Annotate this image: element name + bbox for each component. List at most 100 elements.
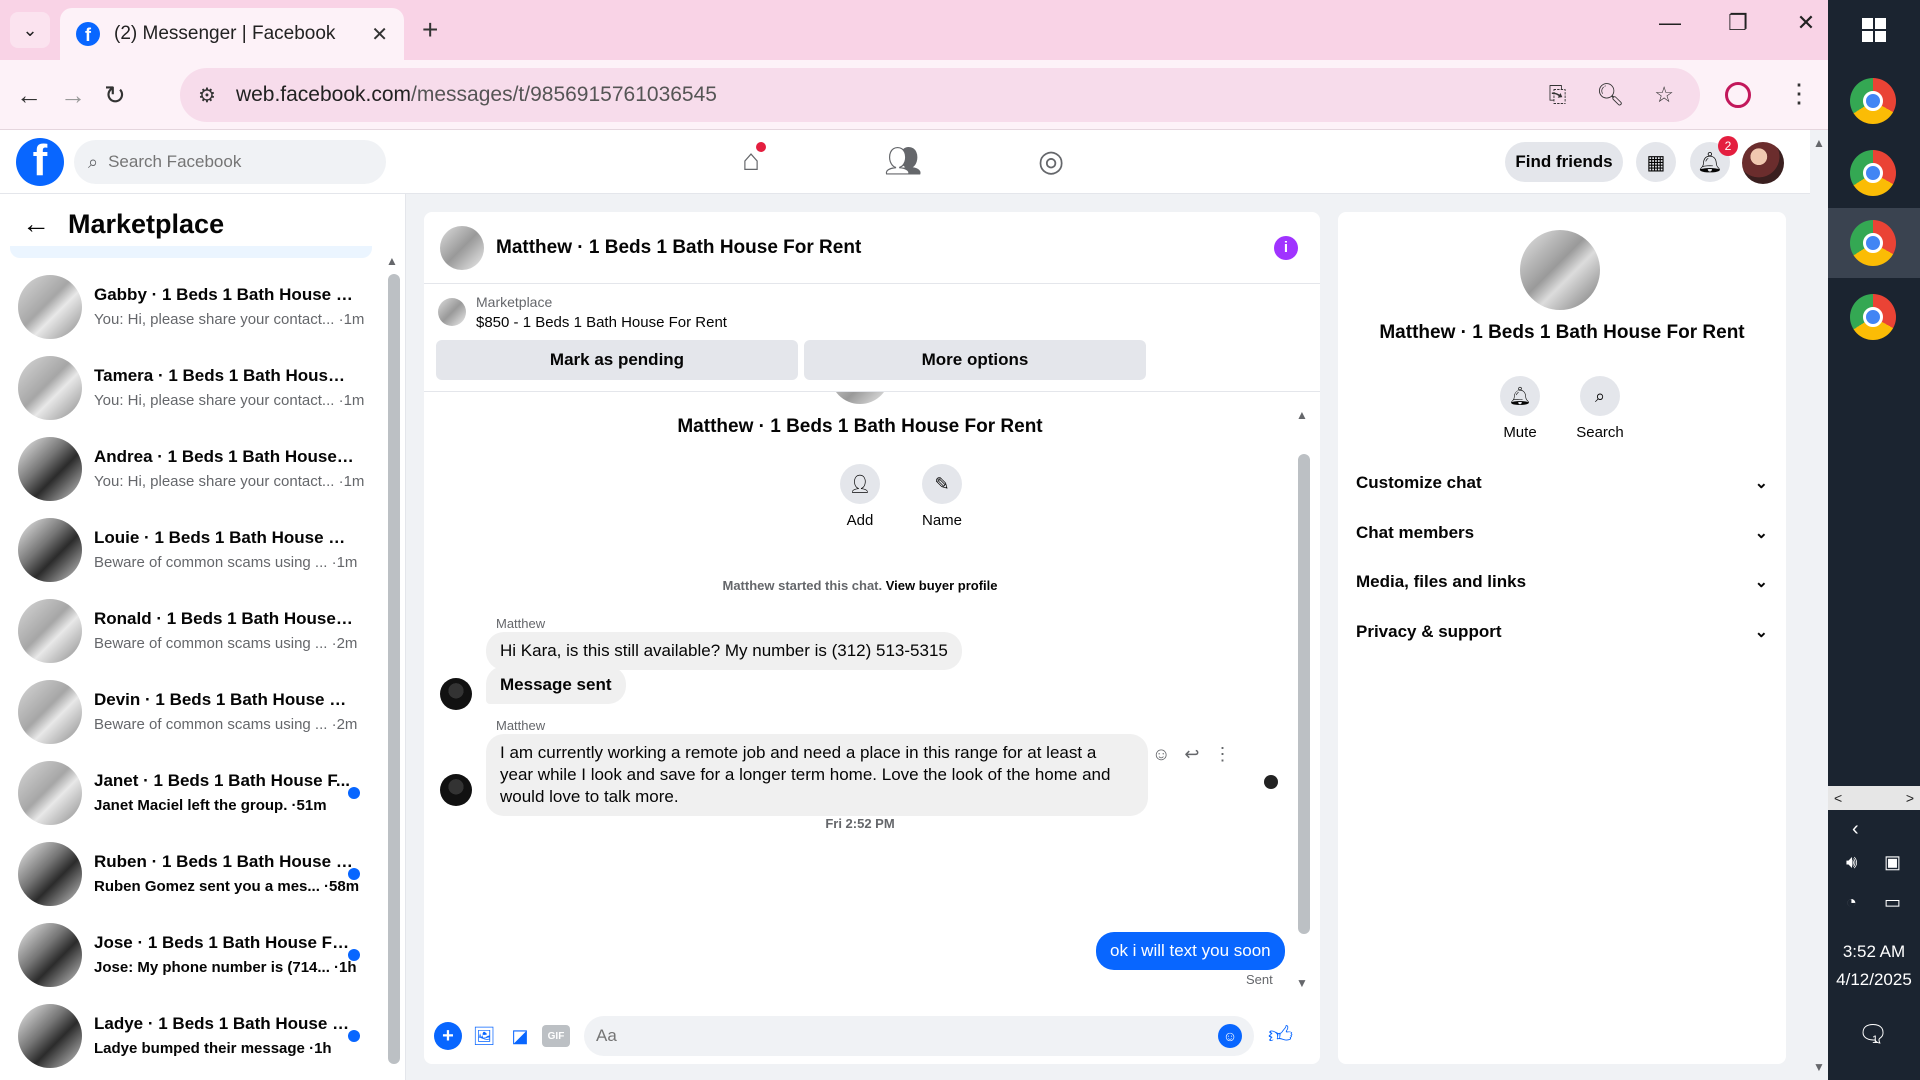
- minimize-icon[interactable]: —: [1658, 10, 1682, 36]
- chat-scroll-up-icon[interactable]: ▲: [1296, 408, 1308, 422]
- page-scrollbar[interactable]: ▲ ▼: [1810, 130, 1828, 1080]
- home-icon[interactable]: ⌂: [742, 142, 767, 178]
- forward-icon[interactable]: →: [60, 80, 86, 111]
- chat-scrollbar[interactable]: [1298, 454, 1310, 934]
- close-window-icon[interactable]: ✕: [1794, 10, 1818, 36]
- tray-scroll-bar[interactable]: < >: [1828, 786, 1920, 810]
- restore-icon[interactable]: ❐: [1726, 10, 1750, 36]
- browser-menu-icon[interactable]: ⋮: [1786, 78, 1812, 109]
- conversation-item[interactable]: Ruben · 1 Beds 1 Bath House F... Ruben Go…: [0, 833, 380, 914]
- chevron-right-icon[interactable]: >: [1906, 790, 1914, 806]
- edit-name-action[interactable]: ✎ Name: [902, 464, 982, 529]
- photo-icon[interactable]: 🖼︎: [470, 1022, 498, 1050]
- conversation-item[interactable]: Jose · 1 Beds 1 Bath House For... Jose: M…: [0, 914, 380, 995]
- react-icon[interactable]: ☺: [1152, 744, 1170, 765]
- thumbs-up-icon[interactable]: 👍︎: [1268, 1022, 1293, 1050]
- chevron-left-icon[interactable]: <: [1834, 790, 1842, 806]
- page-scroll-up-icon[interactable]: ▲: [1813, 136, 1825, 150]
- message-bubble[interactable]: Message sent: [486, 666, 626, 704]
- info-icon[interactable]: i: [1274, 235, 1298, 260]
- windows-taskbar: < > ‹ 🔊︎ ▣ ◔ ▭ 3:52 AM 4/12/2025 🗨︎ 1: [1828, 0, 1920, 1080]
- chrome-taskbar-icon[interactable]: [1850, 220, 1896, 266]
- browser-profile-icon[interactable]: [1725, 82, 1751, 108]
- facebook-search-input[interactable]: [108, 152, 349, 172]
- windows-start-icon[interactable]: [1862, 18, 1886, 42]
- chat-members-row[interactable]: Chat members ⌄: [1356, 508, 1768, 558]
- mark-as-pending-button[interactable]: Mark as pending: [436, 340, 798, 380]
- sender-avatar[interactable]: [440, 774, 472, 806]
- conversation-item[interactable]: Tamera · 1 Beds 1 Bath House F... You: Hi…: [0, 347, 380, 428]
- customize-chat-row[interactable]: Customize chat ⌄: [1356, 458, 1768, 508]
- sidebar-scroll-up-icon[interactable]: ▲: [386, 254, 398, 268]
- conversation-item[interactable]: Andrea · 1 Beds 1 Bath House F... You: Hi…: [0, 428, 380, 509]
- plus-icon[interactable]: +: [434, 1022, 462, 1050]
- notifications-bell-icon[interactable]: 🔔︎ 2: [1690, 136, 1738, 182]
- groups-icon[interactable]: ◎: [1038, 144, 1064, 179]
- search-action[interactable]: ⌕ Search: [1560, 376, 1640, 441]
- conversation-avatar[interactable]: [1520, 230, 1600, 310]
- account-avatar[interactable]: [1742, 142, 1784, 184]
- gif-icon[interactable]: GIF: [542, 1025, 570, 1047]
- install-app-icon[interactable]: ⎘: [1549, 82, 1567, 108]
- friends-icon[interactable]: 👥︎: [884, 144, 922, 179]
- conversation-item[interactable]: Gabby · 1 Beds 1 Bath House Fo... You: Hi…: [0, 266, 380, 347]
- listing-title[interactable]: $850 - 1 Beds 1 Bath House For Rent: [476, 314, 727, 331]
- conversation-item[interactable]: Ladye · 1 Beds 1 Bath House F... Ladye bu…: [0, 995, 380, 1076]
- reload-icon[interactable]: ↻: [104, 80, 126, 111]
- conversation-item[interactable]: Louie · 1 Beds 1 Bath House For ... Bewar…: [0, 509, 380, 590]
- bookmark-star-icon[interactable]: ☆: [1654, 82, 1674, 108]
- meet-icon[interactable]: ▣: [1884, 852, 1901, 873]
- clock-time[interactable]: 3:52 AM: [1828, 942, 1920, 962]
- find-friends-button[interactable]: Find friends: [1505, 142, 1623, 182]
- tab-search-button[interactable]: ⌄: [10, 12, 50, 48]
- close-tab-icon[interactable]: ✕: [371, 22, 388, 47]
- message-input-box[interactable]: ☺: [584, 1016, 1254, 1056]
- chat-avatar[interactable]: [440, 225, 484, 270]
- chrome-taskbar-icon[interactable]: [1850, 294, 1896, 340]
- message-bubble[interactable]: Hi Kara, is this still available? My num…: [486, 632, 962, 670]
- show-hidden-icons-icon[interactable]: ‹: [1852, 818, 1859, 841]
- sticker-icon[interactable]: ◪: [506, 1022, 534, 1050]
- my-message-bubble[interactable]: ok i will text you soon: [1096, 932, 1285, 970]
- view-buyer-profile-link[interactable]: View buyer profile: [886, 578, 998, 593]
- sender-avatar[interactable]: [440, 678, 472, 710]
- url-text[interactable]: web.facebook.com/messages/t/985691576103…: [236, 83, 1549, 107]
- conversation-name: Andrea · 1 Beds 1 Bath House F...: [94, 447, 354, 466]
- more-icon[interactable]: ⋮: [1213, 744, 1231, 765]
- battery-icon[interactable]: ▭: [1884, 892, 1901, 913]
- reply-icon[interactable]: ↩: [1184, 744, 1199, 765]
- new-tab-button[interactable]: +: [422, 14, 438, 46]
- emoji-icon[interactable]: ☺: [1218, 1024, 1242, 1048]
- zoom-icon[interactable]: 🔍︎: [1596, 82, 1624, 108]
- address-bar[interactable]: ⚙ web.facebook.com/messages/t/9856915761…: [180, 68, 1700, 122]
- volume-icon[interactable]: 🔊︎: [1846, 852, 1857, 873]
- sidebar-scrollbar[interactable]: [388, 274, 400, 1064]
- browser-tab[interactable]: f (2) Messenger | Facebook ✕: [60, 8, 404, 60]
- privacy-support-row[interactable]: Privacy & support ⌄: [1356, 607, 1768, 657]
- more-options-button[interactable]: More options: [804, 340, 1146, 380]
- message-bubble[interactable]: I am currently working a remote job and …: [486, 734, 1148, 816]
- conversation-item[interactable]: Devin · 1 Beds 1 Bath House For... Beware…: [0, 671, 380, 752]
- message-input[interactable]: [596, 1026, 1218, 1046]
- site-info-icon[interactable]: ⚙: [198, 83, 216, 108]
- media-files-links-row[interactable]: Media, files and links ⌄: [1356, 557, 1768, 607]
- conversation-text: Ruben · 1 Beds 1 Bath House F... Ruben Go…: [94, 852, 380, 895]
- add-people-action[interactable]: 👤︎ Add: [820, 464, 900, 529]
- conversation-item[interactable]: Ronald · 1 Beds 1 Bath House Fo... Beware…: [0, 590, 380, 671]
- facebook-search[interactable]: ⌕: [74, 140, 386, 184]
- mute-action[interactable]: 🔔︎ Mute: [1480, 376, 1560, 441]
- back-arrow-icon[interactable]: ←: [22, 208, 50, 240]
- page-scroll-down-icon[interactable]: ▼: [1813, 1060, 1825, 1074]
- notification-center-icon[interactable]: 🗨︎ 1: [1858, 1020, 1888, 1049]
- facebook-logo-icon[interactable]: f: [16, 138, 64, 186]
- chat-scroll-down-icon[interactable]: ▼: [1296, 976, 1308, 990]
- chat-header-name[interactable]: Matthew · 1 Beds 1 Bath House For Rent: [496, 237, 1274, 259]
- wifi-icon[interactable]: ◔: [1846, 892, 1857, 913]
- chrome-taskbar-icon[interactable]: [1850, 78, 1896, 124]
- clock-date[interactable]: 4/12/2025: [1828, 970, 1920, 990]
- back-icon[interactable]: ←: [16, 80, 42, 111]
- chrome-taskbar-icon[interactable]: [1850, 150, 1896, 196]
- conversation-item[interactable]: Janet · 1 Beds 1 Bath House F... Janet Ma…: [0, 752, 380, 833]
- menu-grid-icon[interactable]: ▦: [1636, 142, 1676, 182]
- listing-thumbnail[interactable]: [438, 298, 466, 326]
